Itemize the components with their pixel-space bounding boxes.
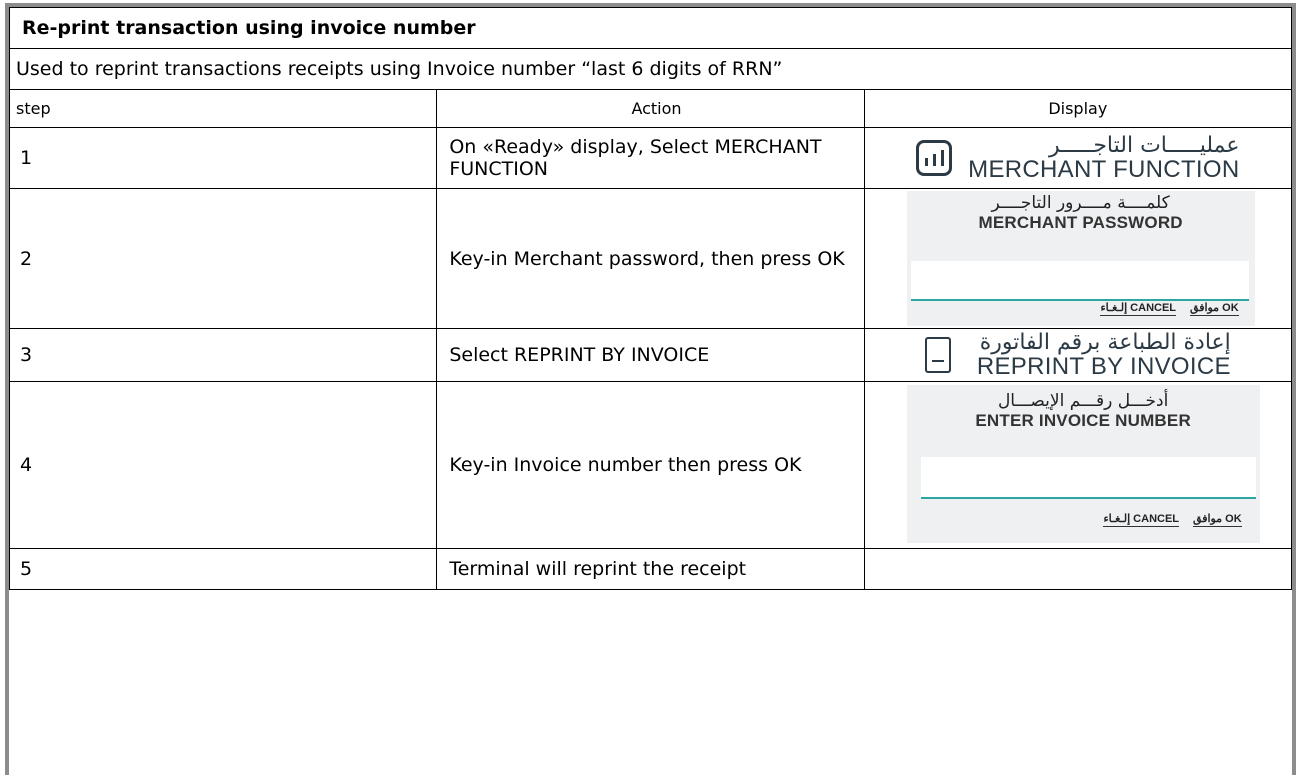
invoice-input[interactable] xyxy=(920,457,1256,499)
procedure-table: Re-print transaction using invoice numbe… xyxy=(8,7,1293,590)
step-action: Select REPRINT BY INVOICE xyxy=(436,328,865,382)
step-display: عمليـــــات التاجـــــر MERCHANT FUNCTIO… xyxy=(863,127,1293,189)
ok-button[interactable]: موافق OK xyxy=(1190,301,1239,316)
receipt-icon xyxy=(924,337,951,373)
step-number: 1 xyxy=(8,127,438,189)
merchant-function-display: عمليـــــات التاجـــــر MERCHANT FUNCTIO… xyxy=(865,128,1291,188)
header-row: step Action Display xyxy=(8,89,1293,128)
table-row: 1 On «Ready» display, Select MERCHANT FU… xyxy=(8,127,1293,189)
step-action: On «Ready» display, Select MERCHANT FUNC… xyxy=(436,127,865,189)
reprint-by-invoice-arabic: إعادة الطباعة برقم الفاتورة xyxy=(979,329,1231,355)
enter-invoice-screen: أدخـــل رقـــم الإيصـــال ENTER INVOICE … xyxy=(906,385,1260,543)
step-number: 4 xyxy=(8,381,438,549)
step-number: 5 xyxy=(8,548,438,590)
step-action: Key-in Invoice number then press OK xyxy=(436,381,865,549)
merchant-function-label: MERCHANT FUNCTION xyxy=(968,155,1240,183)
table-row: 2 Key-in Merchant password, then press O… xyxy=(8,188,1293,329)
step-display: إعادة الطباعة برقم الفاتورة REPRINT BY I… xyxy=(863,328,1293,382)
merchant-password-title: MERCHANT PASSWORD xyxy=(978,213,1183,232)
header-action: Action xyxy=(436,89,865,128)
cancel-button[interactable]: إلـغـاء CANCEL xyxy=(1100,301,1177,316)
header-display: Display xyxy=(863,89,1293,128)
ok-button[interactable]: موافق OK xyxy=(1193,512,1242,527)
table-row: 4 Key-in Invoice number then press OK أد… xyxy=(8,381,1293,549)
header-step: step xyxy=(8,89,438,128)
document-frame: Re-print transaction using invoice numbe… xyxy=(5,3,1296,775)
step-number: 3 xyxy=(8,328,438,382)
merchant-function-arabic: عمليـــــات التاجـــــر xyxy=(1048,132,1240,158)
step-action: Key-in Merchant password, then press OK xyxy=(436,188,865,329)
cancel-button[interactable]: إلـغـاء CANCEL xyxy=(1103,512,1180,527)
table-row: 5 Terminal will reprint the receipt xyxy=(8,548,1293,590)
step-display: أدخـــل رقـــم الإيصـــال ENTER INVOICE … xyxy=(863,381,1293,549)
table-row: 3 Select REPRINT BY INVOICE إعادة الطباع… xyxy=(8,328,1293,382)
bar-chart-icon xyxy=(916,140,953,176)
reprint-by-invoice-display: إعادة الطباعة برقم الفاتورة REPRINT BY I… xyxy=(865,329,1291,381)
enter-invoice-title: ENTER INVOICE NUMBER xyxy=(975,411,1191,430)
merchant-password-arabic: كلمــــة مــــرور التاجــــر xyxy=(991,193,1170,213)
reprint-by-invoice-label: REPRINT BY INVOICE xyxy=(976,352,1231,380)
step-display: كلمــــة مــــرور التاجــــر MERCHANT PA… xyxy=(863,188,1293,329)
step-display xyxy=(863,548,1293,590)
enter-invoice-arabic: أدخـــل رقـــم الإيصـــال xyxy=(997,391,1169,411)
step-action: Terminal will reprint the receipt xyxy=(436,548,865,590)
password-input[interactable] xyxy=(910,261,1249,301)
step-number: 2 xyxy=(8,188,438,329)
table-title: Re-print transaction using invoice numbe… xyxy=(9,7,1292,49)
table-description: Used to reprint transactions receipts us… xyxy=(9,48,1292,90)
merchant-password-screen: كلمــــة مــــرور التاجــــر MERCHANT PA… xyxy=(906,191,1255,326)
